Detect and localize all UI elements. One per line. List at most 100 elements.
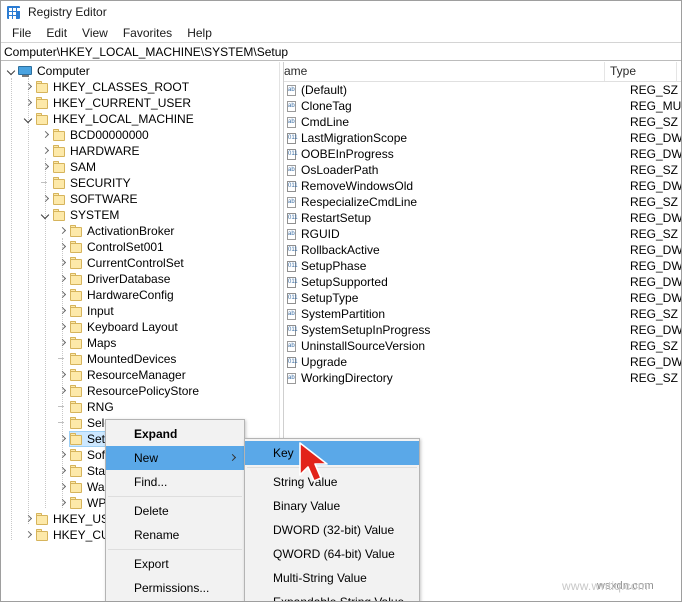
tree-item-input[interactable]: Input — [1, 303, 278, 319]
menu-file[interactable]: File — [5, 25, 39, 41]
tree-item-resourcepolicystore[interactable]: ResourcePolicyStore — [1, 383, 278, 399]
tree-item-rng[interactable]: RNG — [1, 399, 278, 415]
tree-item-label: ResourcePolicyStore — [87, 384, 200, 398]
menu-view[interactable]: View — [75, 25, 116, 41]
context-menu-item-new[interactable]: New — [106, 446, 244, 470]
tree-item-maps[interactable]: Maps — [1, 335, 278, 351]
tree-item-software[interactable]: SOFTWARE — [1, 191, 278, 207]
chevron-right-icon[interactable] — [56, 383, 69, 399]
value-row[interactable]: 011SetupSupported REG_DWORD — [284, 274, 681, 290]
context-menu-item-permissions[interactable]: Permissions... — [106, 576, 244, 600]
value-row[interactable]: 011Upgrade REG_DWORD — [284, 354, 681, 370]
address-bar[interactable]: Computer\HKEY_LOCAL_MACHINE\SYSTEM\Setup — [1, 42, 681, 61]
chevron-right-icon[interactable] — [56, 223, 69, 239]
submenu-item-expandable-string-value[interactable]: Expandable String Value — [245, 590, 419, 601]
value-row[interactable]: 011RemoveWindowsOld REG_DWORD — [284, 178, 681, 194]
tree-item-hkey-classes-root[interactable]: HKEY_CLASSES_ROOT — [1, 79, 278, 95]
tree-item-controlset001[interactable]: ControlSet001 — [1, 239, 278, 255]
chevron-right-icon[interactable] — [56, 271, 69, 287]
tree-item-sam[interactable]: SAM — [1, 159, 278, 175]
chevron-right-icon[interactable] — [39, 143, 52, 159]
chevron-right-icon[interactable] — [39, 191, 52, 207]
chevron-right-icon[interactable] — [22, 527, 35, 543]
tree-item-hkey-current-user[interactable]: HKEY_CURRENT_USER — [1, 95, 278, 111]
submenu-item-multi-string-value[interactable]: Multi-String Value — [245, 566, 419, 590]
submenu-item-binary-value[interactable]: Binary Value — [245, 494, 419, 518]
context-menu-item-delete[interactable]: Delete — [106, 499, 244, 523]
chevron-down-icon[interactable] — [39, 207, 52, 223]
column-header-type[interactable]: Type — [605, 62, 677, 81]
chevron-right-icon[interactable] — [56, 287, 69, 303]
folder-icon — [69, 272, 83, 286]
string-value-icon: ab — [284, 196, 298, 209]
chevron-right-icon[interactable] — [56, 319, 69, 335]
value-row[interactable]: 011RollbackActive REG_DWORD — [284, 242, 681, 258]
value-row[interactable]: 011SystemSetupInProgress REG_DWORD — [284, 322, 681, 338]
chevron-right-icon[interactable] — [56, 431, 69, 447]
tree-item-mounteddevices[interactable]: MountedDevices — [1, 351, 278, 367]
submenu-item-dword-32-bit-value[interactable]: DWORD (32-bit) Value — [245, 518, 419, 542]
value-row[interactable]: ab RespecializeCmdLine REG_SZ — [284, 194, 681, 210]
context-menu-item-expand[interactable]: Expand — [106, 422, 244, 446]
tree-item-activationbroker[interactable]: ActivationBroker — [1, 223, 278, 239]
tree-item-currentcontrolset[interactable]: CurrentControlSet — [1, 255, 278, 271]
chevron-right-icon[interactable] — [56, 255, 69, 271]
chevron-right-icon[interactable] — [39, 127, 52, 143]
tree-item-label: HKEY_LOCAL_MACHINE — [53, 112, 194, 126]
tree-item-hardwareconfig[interactable]: HardwareConfig — [1, 287, 278, 303]
value-row[interactable]: ab (Default) REG_SZ — [284, 82, 681, 98]
tree-item-resourcemanager[interactable]: ResourceManager — [1, 367, 278, 383]
menu-help[interactable]: Help — [180, 25, 220, 41]
submenu-item-qword-64-bit-value[interactable]: QWORD (64-bit) Value — [245, 542, 419, 566]
value-row[interactable]: ab UninstallSourceVersion REG_SZ — [284, 338, 681, 354]
tree-item-label: Maps — [87, 336, 117, 350]
column-header-name[interactable]: ame — [284, 62, 605, 81]
context-menu-item-find[interactable]: Find... — [106, 470, 244, 494]
chevron-right-icon[interactable] — [39, 159, 52, 175]
chevron-right-icon[interactable] — [22, 95, 35, 111]
value-row[interactable]: ab CmdLine REG_SZ — [284, 114, 681, 130]
chevron-right-icon[interactable] — [56, 303, 69, 319]
tree-item-hkey-local-machine[interactable]: HKEY_LOCAL_MACHINE — [1, 111, 278, 127]
folder-icon — [69, 480, 83, 494]
chevron-right-icon[interactable] — [56, 463, 69, 479]
folder-icon — [69, 432, 83, 446]
chevron-right-icon[interactable] — [56, 479, 69, 495]
menu-edit[interactable]: Edit — [39, 25, 75, 41]
tree-item-label: SYSTEM — [70, 208, 120, 222]
chevron-right-icon[interactable] — [56, 367, 69, 383]
tree-item-computer[interactable]: Computer — [1, 63, 278, 79]
chevron-right-icon[interactable] — [56, 447, 69, 463]
chevron-down-icon[interactable] — [5, 63, 18, 79]
value-row[interactable]: 011LastMigrationScope REG_DWORD — [284, 130, 681, 146]
tree-item-label: HARDWARE — [70, 144, 140, 158]
chevron-right-icon[interactable] — [22, 511, 35, 527]
value-row[interactable]: ab WorkingDirectory REG_SZ — [284, 370, 681, 386]
chevron-down-icon[interactable] — [22, 111, 35, 127]
value-row[interactable]: ab SystemPartition REG_SZ — [284, 306, 681, 322]
value-row[interactable]: 011SetupPhase REG_DWORD — [284, 258, 681, 274]
context-menu-item-export[interactable]: Export — [106, 552, 244, 576]
tree-item-hardware[interactable]: HARDWARE — [1, 143, 278, 159]
submenu-item-key[interactable]: Key — [245, 441, 419, 465]
chevron-right-icon[interactable] — [56, 239, 69, 255]
chevron-right-icon[interactable] — [56, 335, 69, 351]
value-row[interactable]: abCloneTag REG_MULTI_SZ — [284, 98, 681, 114]
context-menu-item-rename[interactable]: Rename — [106, 523, 244, 547]
folder-icon — [35, 80, 49, 94]
value-row[interactable]: 011OOBEInProgress REG_DWORD — [284, 146, 681, 162]
chevron-right-icon[interactable] — [22, 79, 35, 95]
value-row[interactable]: 011SetupType REG_DWORD — [284, 290, 681, 306]
value-row[interactable]: 011RestartSetup REG_DWORD — [284, 210, 681, 226]
tree-item-bcd00000000[interactable]: BCD00000000 — [1, 127, 278, 143]
tree-item-driverdatabase[interactable]: DriverDatabase — [1, 271, 278, 287]
value-row[interactable]: ab OsLoaderPath REG_SZ — [284, 162, 681, 178]
folder-icon — [69, 256, 83, 270]
value-row[interactable]: ab RGUID REG_SZ — [284, 226, 681, 242]
chevron-right-icon[interactable] — [56, 495, 69, 511]
tree-item-system[interactable]: SYSTEM — [1, 207, 278, 223]
menu-favorites[interactable]: Favorites — [116, 25, 180, 41]
tree-item-keyboard-layout[interactable]: Keyboard Layout — [1, 319, 278, 335]
tree-item-security[interactable]: SECURITY — [1, 175, 278, 191]
submenu-item-string-value[interactable]: String Value — [245, 470, 419, 494]
